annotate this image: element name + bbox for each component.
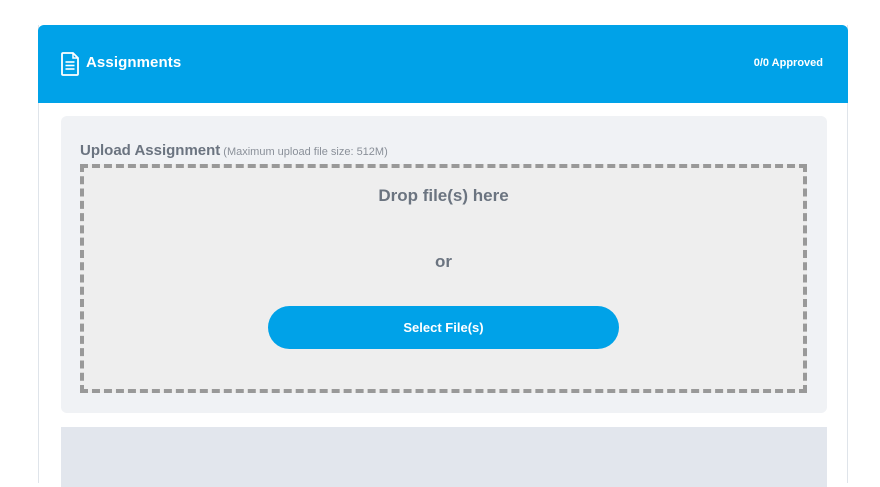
- panel-title: Assignments: [86, 54, 182, 71]
- select-files-button[interactable]: Select File(s): [268, 306, 619, 349]
- upload-label: Upload Assignment (Maximum upload file si…: [80, 142, 388, 160]
- assignments-panel: Assignments 0/0 Approved Upload Assignme…: [38, 25, 848, 487]
- submissions-area: [61, 427, 827, 487]
- drop-text: Drop file(s) here: [378, 186, 509, 205]
- document-icon: [61, 52, 79, 76]
- panel-header: Assignments 0/0 Approved: [38, 25, 848, 103]
- approval-status: 0/0 Approved: [753, 57, 823, 69]
- upload-title: Upload Assignment: [80, 142, 221, 159]
- or-text: or: [435, 252, 452, 271]
- upload-size-note: (Maximum upload file size: 512M): [223, 146, 388, 158]
- file-dropzone[interactable]: Drop file(s) here or Select File(s): [80, 164, 807, 393]
- upload-section: Upload Assignment (Maximum upload file si…: [61, 116, 827, 413]
